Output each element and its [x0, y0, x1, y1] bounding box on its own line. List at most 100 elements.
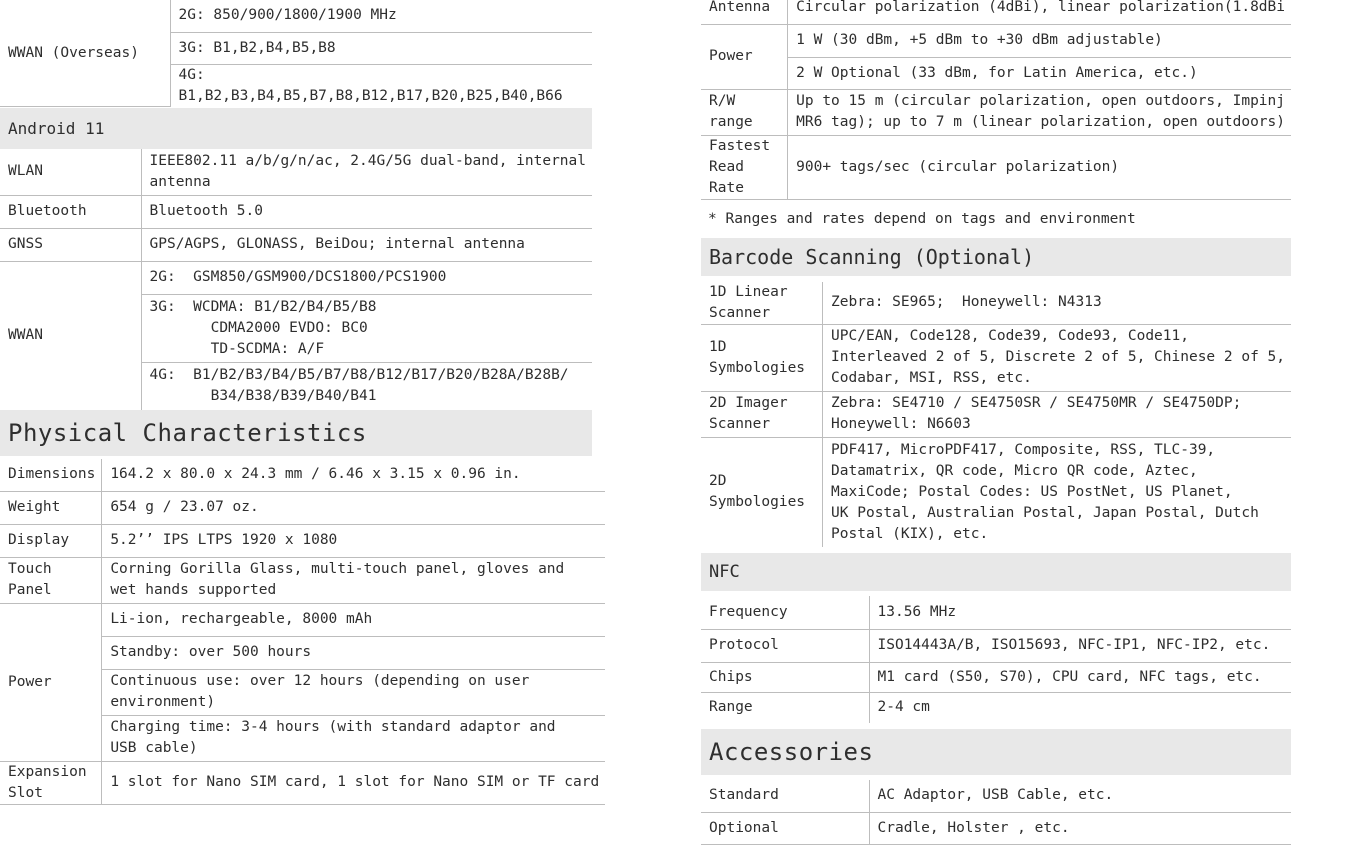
sym1d-line-3: Codabar, MSI, RSS, etc.: [831, 370, 1032, 386]
physical-table: Dimensions 164.2 x 80.0 x 24.3 mm / 6.46…: [0, 459, 606, 805]
power-standby: Standby: over 500 hours: [101, 636, 606, 670]
rfid-power-2w: 2 W Optional (33 dBm, for Latin America,…: [787, 57, 1291, 90]
frequency-label: Frequency: [701, 596, 870, 630]
protocol-label: Protocol: [701, 629, 870, 663]
2d-symbologies-value: PDF417, MicroPDF417, Composite, RSS, TLC…: [823, 437, 1291, 547]
bluetooth-value: Bluetooth 5.0: [141, 195, 592, 229]
power-continuous: Continuous use: over 12 hours (depending…: [101, 669, 606, 716]
charging-line-1: Charging time: 3-4 hours (with standard …: [110, 719, 556, 735]
continuous-line-2: environment): [110, 694, 216, 710]
charging-line-2: USB cable): [110, 740, 198, 756]
wwan-overseas-4g: 4G: B1,B2,B3,B4,B5,B7,B8,B12,B17,B20,B25…: [178, 66, 563, 104]
display-value: 5.2’’ IPS LTPS 1920 x 1080: [101, 524, 606, 558]
wlan-value: IEEE802.11 a/b/g/n/ac, 2.4G/5G dual-band…: [141, 149, 592, 196]
rw-range-value: Up to 15 m (circular polarization, open …: [787, 89, 1291, 136]
android-section-header: Android 11: [0, 108, 592, 149]
touch-line-2: wet hands supported: [110, 582, 277, 598]
wwan-4g-line-1: 4G: B1/B2/B3/B4/B5/B7/B8/B12/B17/B20/B28…: [149, 367, 569, 384]
1d-symbologies-label: 1D Symbologies: [701, 324, 824, 392]
weight-value: 654 g / 23.07 oz.: [101, 491, 606, 525]
range-value: 2-4 cm: [877, 699, 930, 716]
nfc-table: Frequency 13.56 MHz Protocol ISO14443A/B…: [701, 596, 1291, 723]
wwan-label: WWAN: [0, 261, 142, 410]
wwan-2g: 2G: GSM850/GSM900/DCS1800/PCS1900: [141, 261, 592, 295]
chips-label: Chips: [701, 662, 870, 693]
imager-line-1: Zebra: SE4710 / SE4750SR / SE4750MR / SE…: [831, 395, 1242, 411]
wwan-overseas-2g: 2G: 850/900/1800/1900 MHz: [170, 0, 592, 33]
expansion-slot-label: Expansion Slot: [0, 761, 103, 805]
dimensions-label: Dimensions: [0, 459, 103, 492]
wwan-overseas-label: WWAN (Overseas): [0, 0, 171, 107]
fastest-read-rate-value: 900+ tags/sec (circular polarization): [787, 135, 1291, 200]
rfid-table: Antenna Circular polarization (4dBi), li…: [701, 0, 1291, 200]
sym2d-line-2: Datamatrix, QR code, Micro QR code, Azte…: [831, 462, 1198, 479]
antenna-value: Circular polarization (4dBi), linear pol…: [787, 0, 1291, 25]
wlan-line-1: IEEE802.11 a/b/g/n/ac, 2.4G/5G dual-band…: [149, 152, 587, 169]
touch-panel-value: Corning Gorilla Glass, multi-touch panel…: [101, 557, 606, 604]
power-battery: Li-ion, rechargeable, 8000 mAh: [101, 603, 606, 637]
antenna-text: Circular polarization (4dBi), linear pol…: [796, 0, 1285, 16]
power-charging: Charging time: 3-4 hours (with standard …: [101, 715, 606, 762]
wwan-overseas-3g: 3G: B1,B2,B4,B5,B8: [170, 32, 592, 65]
barcode-table: 1D Linear Scanner Zebra: SE965; Honeywel…: [701, 281, 1291, 547]
1d-symbologies-value: UPC/EAN, Code128, Code39, Code93, Code11…: [822, 324, 1291, 392]
nfc-header: NFC: [701, 553, 1291, 591]
linear-scanner-text: Zebra: SE965; Honeywell: N4313: [831, 294, 1102, 310]
sym2d-line-3: MaxiCode; Postal Codes: US PostNet, US P…: [831, 483, 1233, 500]
rw-range-line-2: MR6 tag); up to 7 m (linear polarization…: [796, 114, 1285, 130]
sym1d-line-1: UPC/EAN, Code128, Code39, Code93, Code11…: [831, 328, 1189, 344]
power-label: Power: [0, 603, 103, 762]
standard-value: AC Adaptor, USB Cable, etc.: [869, 780, 1291, 813]
display-label: Display: [0, 524, 103, 558]
range-label: Range: [701, 692, 870, 723]
rw-range-label: R/W range: [701, 89, 789, 136]
wwan-2g-line: 2G: GSM850/GSM900/DCS1800/PCS1900: [149, 269, 447, 285]
gnss-label: GNSS: [0, 228, 142, 262]
wwan-overseas-table: WWAN (Overseas) 2G: 850/900/1800/1900 MH…: [0, 0, 592, 107]
touch-line-1: Corning Gorilla Glass, multi-touch panel…: [110, 561, 565, 577]
weight-label: Weight: [0, 491, 103, 525]
2d-symbologies-label: 2D Symbologies: [701, 437, 824, 547]
wlan-label: WLAN: [0, 149, 142, 196]
accessories-table: Standard AC Adaptor, USB Cable, etc. Opt…: [701, 780, 1291, 845]
expansion-slot-value: 1 slot for Nano SIM card, 1 slot for Nan…: [101, 761, 606, 805]
rfid-power-label: Power: [701, 24, 789, 90]
barcode-scanning-header: Barcode Scanning (Optional): [701, 237, 1291, 276]
chips-value: M1 card (S50, S70), CPU card, NFC tags, …: [869, 662, 1291, 693]
frequency-value: 13.56 MHz: [869, 596, 1291, 630]
bluetooth-label: Bluetooth: [0, 195, 142, 229]
rfid-power-1w: 1 W (30 dBm, +5 dBm to +30 dBm adjustabl…: [787, 24, 1291, 58]
continuous-line-1: Continuous use: over 12 hours (depending…: [110, 673, 530, 689]
wwan-4g: 4G: B1/B2/B3/B4/B5/B7/B8/B12/B17/B20/B28…: [141, 362, 592, 410]
protocol-value: ISO14443A/B, ISO15693, NFC-IP1, NFC-IP2,…: [869, 629, 1291, 663]
right-spec-column: Antenna Circular polarization (4dBi), li…: [701, 0, 1291, 845]
optional-label: Optional: [701, 812, 870, 845]
touch-panel-label: Touch Panel: [0, 557, 103, 604]
sym2d-line-4: UK Postal, Australian Postal, Japan Post…: [831, 504, 1259, 521]
wwan-3g-line-3: TD-SCDMA: A/F: [149, 340, 325, 357]
imager-line-2: Honeywell: N6603: [831, 416, 971, 432]
connectivity-table: WLAN IEEE802.11 a/b/g/n/ac, 2.4G/5G dual…: [0, 149, 592, 410]
sym2d-line-5: Postal (KIX), etc.: [831, 525, 989, 542]
sym2d-line-1: PDF417, MicroPDF417, Composite, RSS, TLC…: [831, 441, 1216, 458]
wwan-4g-line-2: B34/B38/B39/B40/B41: [149, 388, 377, 405]
wwan-3g-line-1: 3G: WCDMA: B1/B2/B4/B5/B8: [149, 298, 377, 315]
physical-characteristics-header: Physical Characteristics: [0, 410, 592, 456]
fastest-read-rate-label: Fastest Read Rate: [701, 135, 789, 200]
linear-scanner-label: 1D Linear Scanner: [701, 281, 824, 325]
linear-scanner-value: Zebra: SE965; Honeywell: N4313: [822, 281, 1291, 325]
accessories-header: Accessories: [701, 729, 1291, 775]
wwan-3g-line-2: CDMA2000 EVDO: BC0: [149, 319, 368, 336]
left-spec-column: WWAN (Overseas) 2G: 850/900/1800/1900 MH…: [0, 0, 606, 805]
rw-range-line-1: Up to 15 m (circular polarization, open …: [796, 93, 1285, 109]
expansion-slot-text: 1 slot for Nano SIM card, 1 slot for Nan…: [110, 774, 600, 790]
standard-label: Standard: [701, 780, 870, 813]
optional-value: Cradle, Holster , etc.: [869, 812, 1291, 845]
2d-imager-label: 2D Imager Scanner: [701, 391, 824, 438]
sym1d-line-2: Interleaved 2 of 5, Discrete 2 of 5, Chi…: [831, 349, 1285, 365]
gnss-value: GPS/AGPS, GLONASS, BeiDou; internal ante…: [141, 228, 592, 262]
dimensions-value: 164.2 x 80.0 x 24.3 mm / 6.46 x 3.15 x 0…: [101, 459, 606, 492]
antenna-label: Antenna: [701, 0, 789, 25]
wwan-3g: 3G: WCDMA: B1/B2/B4/B5/B8 CDMA2000 EVDO:…: [141, 294, 592, 363]
2d-imager-value: Zebra: SE4710 / SE4750SR / SE4750MR / SE…: [822, 391, 1291, 438]
